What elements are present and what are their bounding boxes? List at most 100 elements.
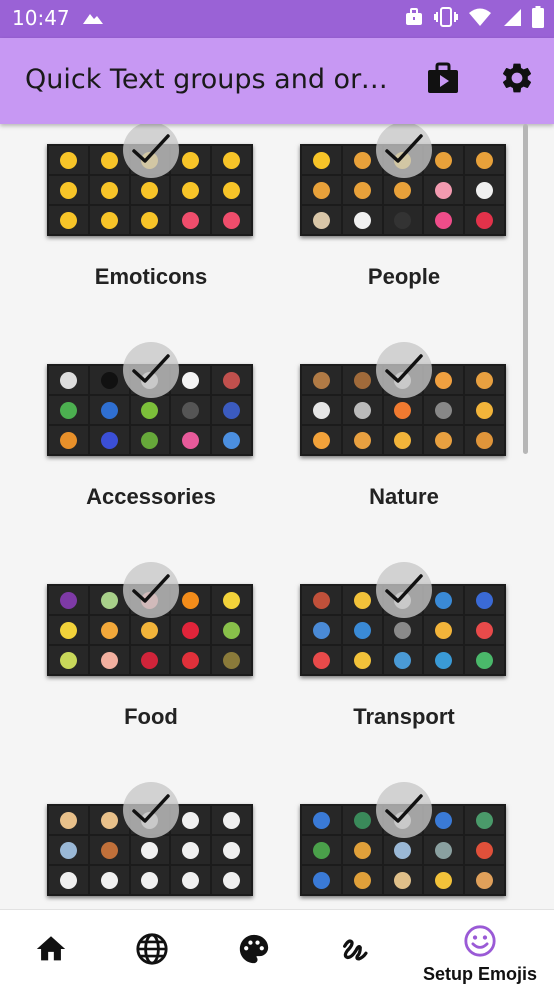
emoji-preview-cell <box>302 836 341 864</box>
scrollbar[interactable] <box>523 124 528 454</box>
emoji-preview-cell <box>212 176 251 204</box>
emoji-glyph <box>435 211 453 229</box>
emoji-glyph <box>59 651 77 669</box>
emoji-glyph <box>223 621 241 639</box>
emoji-preview-cell <box>49 206 88 234</box>
emoji-glyph <box>141 211 159 229</box>
emoji-preview-cell <box>342 426 382 454</box>
emoji-preview-cell <box>89 396 129 424</box>
emoji-groups-grid[interactable]: Emoticons People Accessories Nature Food Tran… <box>0 124 554 909</box>
emoji-glyph <box>312 371 330 389</box>
emoji-glyph <box>100 211 118 229</box>
emoji-glyph <box>100 811 118 829</box>
emoji-glyph <box>353 621 371 639</box>
emoji-group-card[interactable]: Food <box>0 562 253 764</box>
emoji-preview-cell <box>342 176 382 204</box>
emoji-preview-cell <box>465 806 504 834</box>
emoji-preview-cell <box>49 866 88 894</box>
emoji-preview-cell <box>465 586 504 614</box>
emoji-preview-cell <box>130 426 170 454</box>
emoji-preview-cell <box>465 146 504 174</box>
battery-icon <box>532 6 544 32</box>
emoji-group-card[interactable]: People <box>253 124 506 324</box>
emoji-glyph <box>182 401 200 419</box>
selected-check-icon <box>123 124 179 178</box>
emoji-preview-cell <box>424 646 464 674</box>
emoji-glyph <box>182 871 200 889</box>
emoji-glyph <box>182 181 200 199</box>
emoji-glyph <box>223 811 241 829</box>
emoji-glyph <box>353 841 371 859</box>
emoji-glyph <box>59 401 77 419</box>
status-time: 10:47 <box>12 6 70 30</box>
emoji-preview-cell <box>383 396 423 424</box>
emoji-glyph <box>182 211 200 229</box>
emoji-preview-cell <box>342 836 382 864</box>
emoji-glyph <box>435 371 453 389</box>
status-bar: 10:47 <box>0 0 554 38</box>
page-title: Quick Text groups and order <box>25 64 390 95</box>
emoji-preview-cell <box>465 366 504 394</box>
emoji-glyph <box>394 211 412 229</box>
emoji-glyph <box>100 181 118 199</box>
emoji-group-card[interactable]: Places <box>253 782 506 909</box>
emoji-glyph <box>223 151 241 169</box>
emoji-glyph <box>223 181 241 199</box>
emoji-preview-cell <box>49 396 88 424</box>
emoji-glyph <box>435 431 453 449</box>
emoji-preview-cell <box>49 426 88 454</box>
emoji-group-card[interactable]: Emoticons <box>0 124 253 324</box>
emoji-glyph <box>435 811 453 829</box>
emoji-preview-cell <box>465 426 504 454</box>
emoji-glyph <box>312 181 330 199</box>
emoji-preview-cell <box>424 616 464 644</box>
nav-gestures[interactable] <box>330 910 382 984</box>
emoji-glyph <box>312 401 330 419</box>
signal-icon <box>502 7 522 31</box>
emoji-glyph <box>223 841 241 859</box>
emoji-glyph <box>59 811 77 829</box>
emoji-group-card[interactable]: Time <box>0 782 253 909</box>
emoji-preview-cell <box>130 206 170 234</box>
emoji-glyph <box>353 871 371 889</box>
emoji-glyph <box>353 211 371 229</box>
emoji-group-card[interactable]: Transport <box>253 562 506 764</box>
settings-button[interactable] <box>497 60 537 100</box>
emoji-glyph <box>223 431 241 449</box>
emoji-preview-cell <box>49 366 88 394</box>
emoji-icon <box>462 924 498 962</box>
emoji-glyph <box>394 401 412 419</box>
emoji-preview-cell <box>89 866 129 894</box>
emoji-glyph <box>100 431 118 449</box>
emoji-preview-cell <box>212 426 251 454</box>
emoji-preview-cell <box>89 836 129 864</box>
store-button[interactable] <box>423 60 463 100</box>
store-icon <box>426 61 460 99</box>
nav-home[interactable] <box>25 910 77 984</box>
emoji-glyph <box>59 871 77 889</box>
emoji-preview-cell <box>212 646 251 674</box>
emoji-glyph <box>476 811 494 829</box>
emoji-glyph <box>353 591 371 609</box>
emoji-group-card[interactable]: Accessories <box>0 342 253 544</box>
emoji-glyph <box>435 841 453 859</box>
emoji-glyph <box>435 181 453 199</box>
emoji-glyph <box>182 591 200 609</box>
nav-setup-emojis[interactable]: Setup Emojis <box>410 910 550 984</box>
nav-languages[interactable] <box>126 910 178 984</box>
emoji-glyph <box>182 841 200 859</box>
emoji-preview-cell <box>383 866 423 894</box>
emoji-glyph <box>312 211 330 229</box>
nav-themes[interactable] <box>228 910 280 984</box>
emoji-preview-cell <box>302 866 341 894</box>
selected-check-icon <box>376 562 432 618</box>
emoji-preview-cell <box>302 586 341 614</box>
emoji-glyph <box>141 651 159 669</box>
emoji-preview-cell <box>465 866 504 894</box>
nav-setup-emojis-label: Setup Emojis <box>422 964 538 984</box>
emoji-glyph <box>59 621 77 639</box>
emoji-preview-cell <box>302 806 341 834</box>
emoji-glyph <box>59 591 77 609</box>
emoji-group-card[interactable]: Nature <box>253 342 506 544</box>
emoji-glyph <box>476 401 494 419</box>
